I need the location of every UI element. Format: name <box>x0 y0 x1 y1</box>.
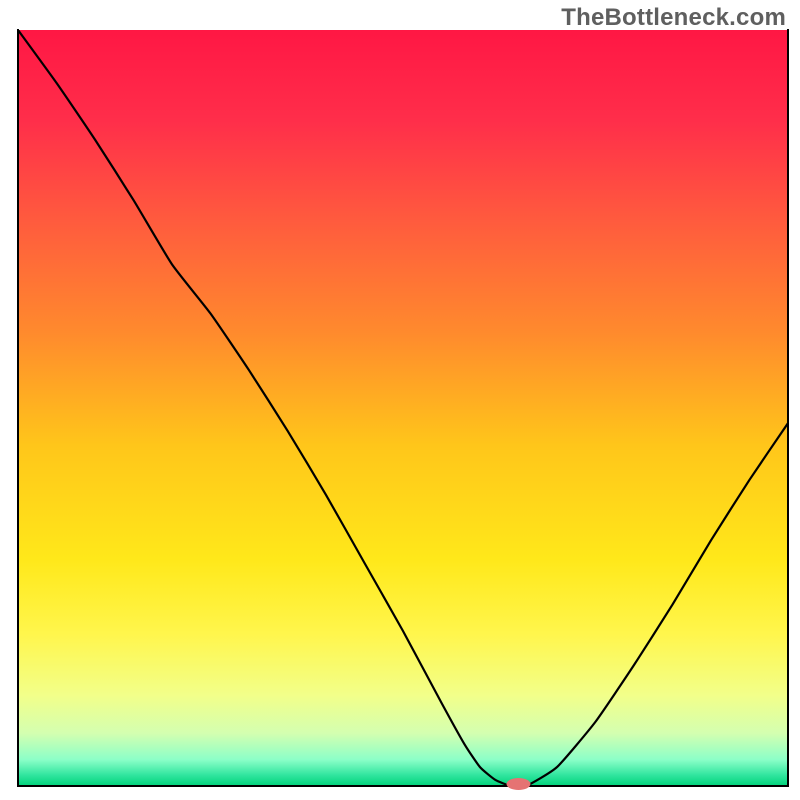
watermark-label: TheBottleneck.com <box>561 4 786 32</box>
plot-area <box>18 30 788 790</box>
chart-svg <box>0 0 800 800</box>
gradient-background <box>18 30 788 786</box>
optimal-point <box>507 778 531 790</box>
bottleneck-chart: TheBottleneck.com <box>0 0 800 800</box>
optimal-marker <box>507 778 531 790</box>
